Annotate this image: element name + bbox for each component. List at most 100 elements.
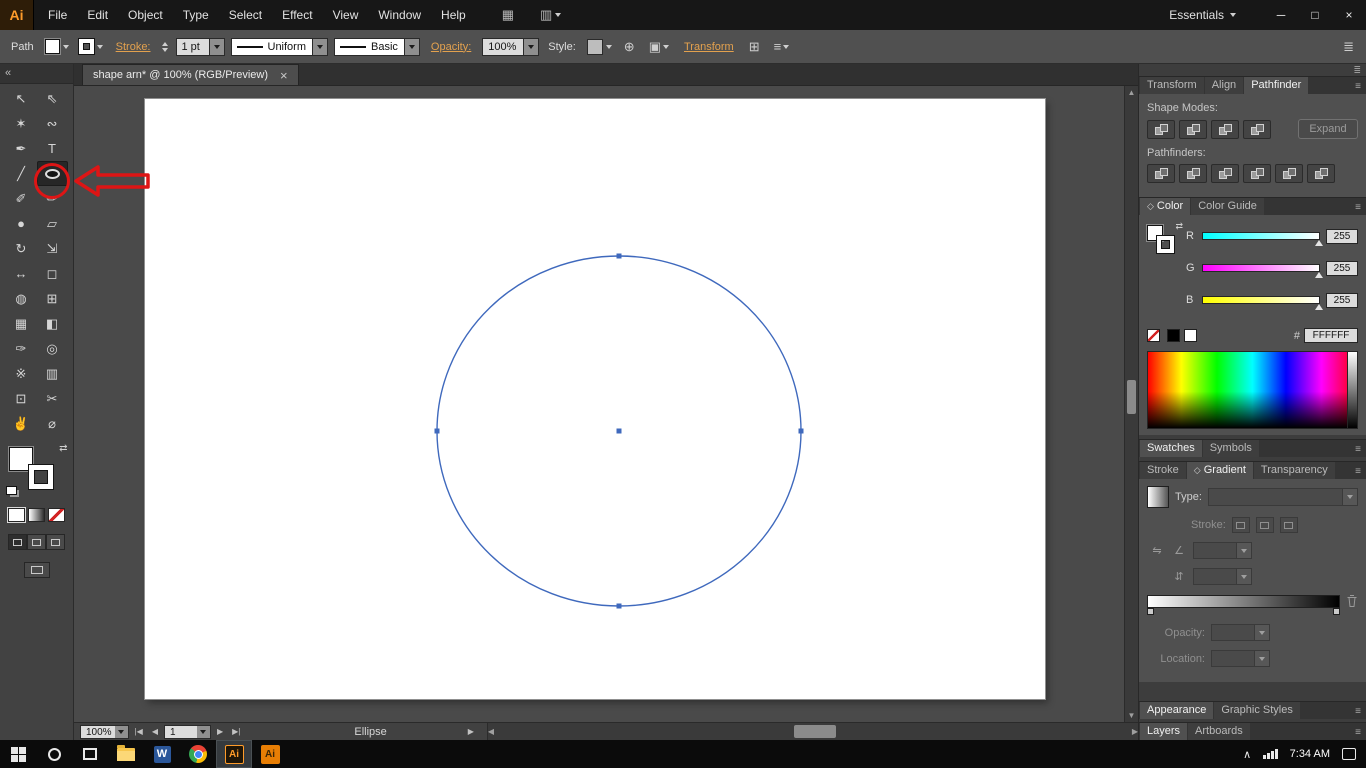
outline-button[interactable] <box>1275 164 1303 183</box>
opacity-dropdown[interactable] <box>524 37 540 56</box>
file-explorer-button[interactable] <box>108 740 144 768</box>
first-artboard-icon[interactable]: |◀ <box>135 727 143 736</box>
scroll-down-icon[interactable]: ▼ <box>1128 709 1136 722</box>
task-view-button[interactable] <box>72 740 108 768</box>
lasso-tool[interactable]: ∾ <box>37 111 68 136</box>
ellipse-tool[interactable] <box>36 161 68 186</box>
color-mode-button[interactable] <box>8 508 25 522</box>
scale-tool[interactable]: ⇲ <box>37 236 68 261</box>
menu-edit[interactable]: Edit <box>77 0 118 30</box>
expand-button[interactable]: Expand <box>1298 119 1358 139</box>
zoom-tool[interactable]: ⌀ <box>37 411 68 436</box>
draw-normal-button[interactable] <box>8 534 27 550</box>
control-panel-dock-icon[interactable]: ≣ <box>1343 39 1354 55</box>
tab-gradient[interactable]: ◇ Gradient <box>1186 462 1253 479</box>
stepper-up-icon[interactable] <box>161 41 168 46</box>
gradient-opacity-field[interactable] <box>1211 624 1270 641</box>
menu-type[interactable]: Type <box>173 0 219 30</box>
selection-tool[interactable]: ↖ <box>6 86 37 111</box>
tab-swatches[interactable]: Swatches <box>1140 440 1202 457</box>
crop-button[interactable] <box>1243 164 1271 183</box>
tab-transparency[interactable]: Transparency <box>1253 462 1335 479</box>
align-icon[interactable]: ⊞ <box>749 39 760 55</box>
status-flyout-icon[interactable]: ▶ <box>468 727 474 736</box>
transform-panel-link[interactable]: Transform <box>684 41 734 53</box>
align-options-icon[interactable]: ≡ <box>774 39 790 54</box>
vertical-scrollbar[interactable]: ▲ ▼ <box>1124 86 1138 722</box>
brush-select[interactable]: Basic <box>334 37 420 56</box>
gradient-stroke-within-button[interactable] <box>1231 517 1250 533</box>
stroke-weight-dropdown[interactable] <box>209 37 225 56</box>
tab-close-icon[interactable]: × <box>280 68 288 83</box>
channel-slider-b[interactable] <box>1202 296 1323 310</box>
paintbrush-tool[interactable]: ✐ <box>6 186 37 211</box>
color-spectrum[interactable] <box>1147 351 1358 429</box>
width-profile-select[interactable]: Uniform <box>230 37 329 56</box>
clock[interactable]: 7:34 AM <box>1290 748 1330 760</box>
draw-inside-button[interactable] <box>46 534 65 550</box>
angle-dropdown[interactable] <box>1236 543 1251 558</box>
eyedropper-tool[interactable]: ✑ <box>6 336 37 361</box>
opacity-field[interactable]: 100% <box>482 37 525 56</box>
opacity-dropdown-icon[interactable] <box>1254 625 1269 640</box>
vscroll-track[interactable] <box>1125 99 1138 709</box>
exclude-button[interactable] <box>1243 119 1271 139</box>
location-dropdown-icon[interactable] <box>1254 651 1269 666</box>
stroke-panel-link[interactable]: Stroke: <box>116 41 151 53</box>
channel-slider-r[interactable] <box>1202 232 1323 246</box>
tab-pathfinder[interactable]: Pathfinder <box>1244 77 1309 94</box>
menu-object[interactable]: Object <box>118 0 173 30</box>
trim-button[interactable] <box>1179 164 1207 183</box>
channel-value-b[interactable]: 255 <box>1326 292 1358 308</box>
illustrator-cc-taskbar-button[interactable]: Ai <box>252 740 288 768</box>
stepper-down-icon[interactable] <box>161 47 168 52</box>
eraser-tool[interactable]: ▱ <box>37 211 68 236</box>
rotate-tool[interactable]: ↻ <box>6 236 37 261</box>
slider-thumb-icon[interactable] <box>1315 304 1323 310</box>
panel-menu-icon[interactable]: ≡ <box>1350 466 1366 479</box>
symbol-sprayer-tool[interactable]: ※ <box>6 361 37 386</box>
document-tab[interactable]: shape arn* @ 100% (RGB/Preview) × <box>82 64 299 85</box>
tab-symbols[interactable]: Symbols <box>1202 440 1259 457</box>
select-similar-icon[interactable]: ▣ <box>649 39 669 55</box>
menu-view[interactable]: View <box>323 0 369 30</box>
tab-stroke[interactable]: Stroke <box>1140 462 1186 479</box>
slider-thumb-icon[interactable] <box>1315 240 1323 246</box>
tab-color-guide[interactable]: Color Guide <box>1191 198 1264 215</box>
menu-select[interactable]: Select <box>219 0 272 30</box>
direct-selection-tool[interactable]: ⇖ <box>37 86 68 111</box>
menu-effect[interactable]: Effect <box>272 0 322 30</box>
none-swatch[interactable] <box>1147 329 1160 342</box>
reverse-gradient-icon[interactable]: ⇋ <box>1149 544 1165 557</box>
gradient-slider[interactable] <box>1147 594 1340 615</box>
width-tool[interactable]: ↔ <box>6 261 37 286</box>
intersect-button[interactable] <box>1211 119 1239 139</box>
brush-dropdown[interactable] <box>403 38 419 55</box>
gradient-tool[interactable]: ◧ <box>37 311 68 336</box>
tab-graphic-styles[interactable]: Graphic Styles <box>1214 702 1300 719</box>
stroke-swatch[interactable] <box>28 465 53 489</box>
panel-menu-icon[interactable]: ≡ <box>1350 706 1366 719</box>
channel-slider-g[interactable] <box>1202 264 1323 278</box>
workspace-switcher[interactable]: Essentials <box>1169 8 1236 22</box>
gradient-mode-button[interactable] <box>28 508 45 522</box>
close-button[interactable]: × <box>1332 0 1366 30</box>
artboard-number-field[interactable]: 1 <box>163 724 200 739</box>
menu-window[interactable]: Window <box>368 0 431 30</box>
swap-fill-stroke-icon[interactable]: ⇄ <box>59 443 67 454</box>
gradient-stroke-across-button[interactable] <box>1279 517 1298 533</box>
restore-button[interactable]: □ <box>1298 0 1332 30</box>
zoom-level-field[interactable]: 100% <box>80 724 118 739</box>
tab-layers[interactable]: Layers <box>1140 723 1188 740</box>
gradient-location-field[interactable] <box>1211 650 1270 667</box>
minus-back-button[interactable] <box>1307 164 1335 183</box>
start-button[interactable] <box>0 740 36 768</box>
gradient-type-dropdown[interactable] <box>1342 489 1357 505</box>
stroke-weight-stepper[interactable] <box>161 41 168 52</box>
artboard-dropdown[interactable] <box>196 724 211 739</box>
toolbar-collapse-icon[interactable]: « <box>5 67 11 79</box>
style-select[interactable] <box>586 38 612 55</box>
tab-artboards[interactable]: Artboards <box>1188 723 1250 740</box>
search-button[interactable] <box>36 740 72 768</box>
opacity-panel-link[interactable]: Opacity: <box>431 41 471 53</box>
